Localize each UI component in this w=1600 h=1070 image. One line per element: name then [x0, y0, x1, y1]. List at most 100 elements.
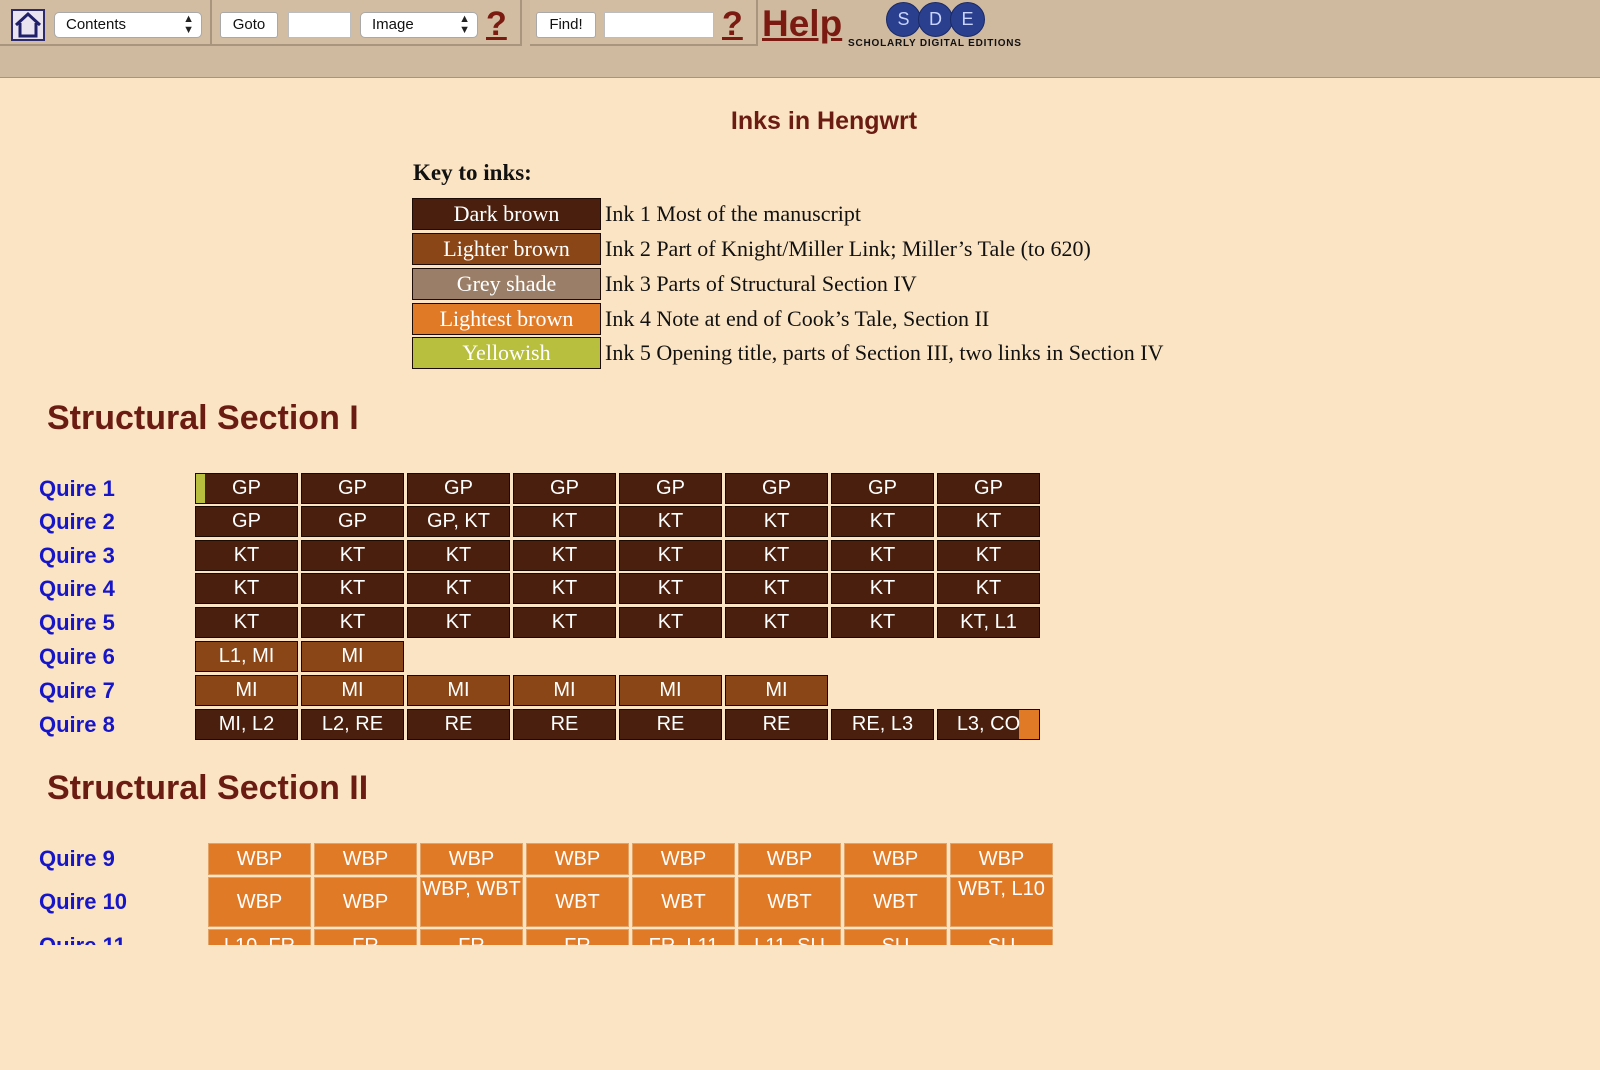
folio-cell[interactable]: KT [725, 540, 828, 571]
folio-cell[interactable]: KT [513, 573, 616, 604]
home-button[interactable] [11, 9, 45, 41]
folio-cell[interactable]: WBP [526, 843, 629, 875]
folio-cell[interactable]: MI [513, 675, 616, 706]
find-button[interactable]: Find! [536, 12, 596, 38]
quire-link[interactable]: Quire 3 [39, 543, 115, 569]
find-input[interactable] [604, 12, 714, 38]
folio-cell[interactable]: WBT [738, 877, 841, 927]
find-help-link[interactable]: ? [722, 4, 743, 44]
folio-cell[interactable]: SU [950, 929, 1053, 945]
goto-input[interactable] [288, 12, 351, 38]
folio-cell[interactable]: KT [725, 607, 828, 638]
folio-cell[interactable]: RE [725, 709, 828, 740]
folio-cell[interactable]: FR [420, 929, 523, 945]
quire-link[interactable]: Quire 6 [39, 644, 115, 670]
sde-logo[interactable]: S D E SCHOLARLY DIGITAL EDITIONS [848, 2, 1030, 52]
folio-cell[interactable]: KT [301, 540, 404, 571]
folio-cell[interactable]: WBT [844, 877, 947, 927]
quire-link[interactable]: Quire 8 [39, 712, 115, 738]
folio-cell[interactable]: WBP [314, 843, 417, 875]
folio-cell[interactable]: WBP, WBT [420, 877, 523, 927]
folio-cell[interactable]: FR [314, 929, 417, 945]
folio-cell[interactable]: KT [831, 607, 934, 638]
folio-cell[interactable]: KT [619, 573, 722, 604]
folio-cell[interactable]: KT [407, 540, 510, 571]
folio-cell[interactable]: GP [301, 506, 404, 537]
folio-cell[interactable]: SU [844, 929, 947, 945]
folio-cell[interactable]: KT [301, 573, 404, 604]
folio-cell[interactable]: WBP [420, 843, 523, 875]
folio-cell[interactable]: RE [513, 709, 616, 740]
quire-link[interactable]: Quire 9 [39, 846, 115, 872]
folio-cell[interactable]: KT [937, 540, 1040, 571]
quire-link[interactable]: Quire 2 [39, 509, 115, 535]
folio-cell[interactable]: WBT [526, 877, 629, 927]
folio-cell[interactable]: WBP [208, 843, 311, 875]
quire-link[interactable]: Quire 11 [39, 933, 126, 945]
quire-link[interactable]: Quire 5 [39, 610, 115, 636]
goto-button[interactable]: Goto [220, 12, 278, 38]
folio-cell[interactable]: L11, SU [738, 929, 841, 945]
quire-link[interactable]: Quire 4 [39, 576, 115, 602]
quire-link[interactable]: Quire 1 [39, 476, 115, 502]
folio-cell[interactable]: WBP [208, 877, 311, 927]
folio-cell[interactable]: RE, L3 [831, 709, 934, 740]
folio-cell[interactable]: GP [301, 473, 404, 504]
folio-cell[interactable]: KT [619, 607, 722, 638]
folio-cell[interactable]: KT [513, 540, 616, 571]
folio-cell[interactable]: MI [407, 675, 510, 706]
folio-cell[interactable]: WBT, L10 [950, 877, 1053, 927]
folio-cell[interactable]: FR [526, 929, 629, 945]
folio-cell[interactable]: KT [195, 540, 298, 571]
folio-cell[interactable]: FR, L11 [632, 929, 735, 945]
folio-cell[interactable]: WBP [950, 843, 1053, 875]
folio-cell[interactable]: GP [513, 473, 616, 504]
folio-cell[interactable]: GP [619, 473, 722, 504]
folio-cell[interactable]: MI [619, 675, 722, 706]
folio-cell[interactable]: KT [937, 506, 1040, 537]
folio-cell[interactable]: WBT [632, 877, 735, 927]
folio-cell[interactable]: KT [725, 506, 828, 537]
folio-cell[interactable]: MI [301, 675, 404, 706]
goto-help-link[interactable]: ? [486, 4, 507, 44]
image-select[interactable]: Image ▲ ▼ [360, 12, 478, 38]
folio-cell[interactable]: RE [407, 709, 510, 740]
quire-link[interactable]: Quire 7 [39, 678, 115, 704]
folio-cell[interactable]: L2, RE [301, 709, 404, 740]
folio-cell[interactable]: MI, L2 [195, 709, 298, 740]
folio-cell[interactable]: KT [619, 506, 722, 537]
folio-cell[interactable]: GP [831, 473, 934, 504]
folio-cell[interactable]: MI [725, 675, 828, 706]
contents-select[interactable]: Contents ▲ ▼ [54, 12, 202, 38]
folio-cell[interactable]: GP [725, 473, 828, 504]
folio-cell[interactable]: MI [301, 641, 404, 672]
folio-cell[interactable]: L10, FR [208, 929, 311, 945]
folio-cell[interactable]: KT [407, 607, 510, 638]
folio-cell[interactable]: KT [513, 607, 616, 638]
folio-cell[interactable]: KT [831, 506, 934, 537]
folio-cell[interactable]: WBP [844, 843, 947, 875]
folio-cell[interactable]: WBP [632, 843, 735, 875]
folio-cell[interactable]: L3, CO [937, 709, 1040, 740]
folio-cell[interactable]: KT, L1 [937, 607, 1040, 638]
folio-cell[interactable]: KT [831, 573, 934, 604]
folio-cell[interactable]: KT [195, 573, 298, 604]
folio-cell[interactable]: GP [195, 473, 298, 504]
folio-cell[interactable]: WBP [738, 843, 841, 875]
folio-cell[interactable]: KT [831, 540, 934, 571]
folio-cell[interactable]: KT [301, 607, 404, 638]
folio-cell[interactable]: KT [937, 573, 1040, 604]
folio-cell[interactable]: KT [407, 573, 510, 604]
folio-cell[interactable]: KT [195, 607, 298, 638]
folio-cell[interactable]: L1, MI [195, 641, 298, 672]
folio-cell[interactable]: MI [195, 675, 298, 706]
folio-cell[interactable]: RE [619, 709, 722, 740]
folio-cell[interactable]: GP [937, 473, 1040, 504]
folio-cell[interactable]: KT [619, 540, 722, 571]
help-link[interactable]: Help [762, 3, 842, 45]
folio-cell[interactable]: WBP [314, 877, 417, 927]
quire-link[interactable]: Quire 10 [39, 889, 127, 915]
folio-cell[interactable]: KT [725, 573, 828, 604]
folio-cell[interactable]: GP [407, 473, 510, 504]
folio-cell[interactable]: KT [513, 506, 616, 537]
